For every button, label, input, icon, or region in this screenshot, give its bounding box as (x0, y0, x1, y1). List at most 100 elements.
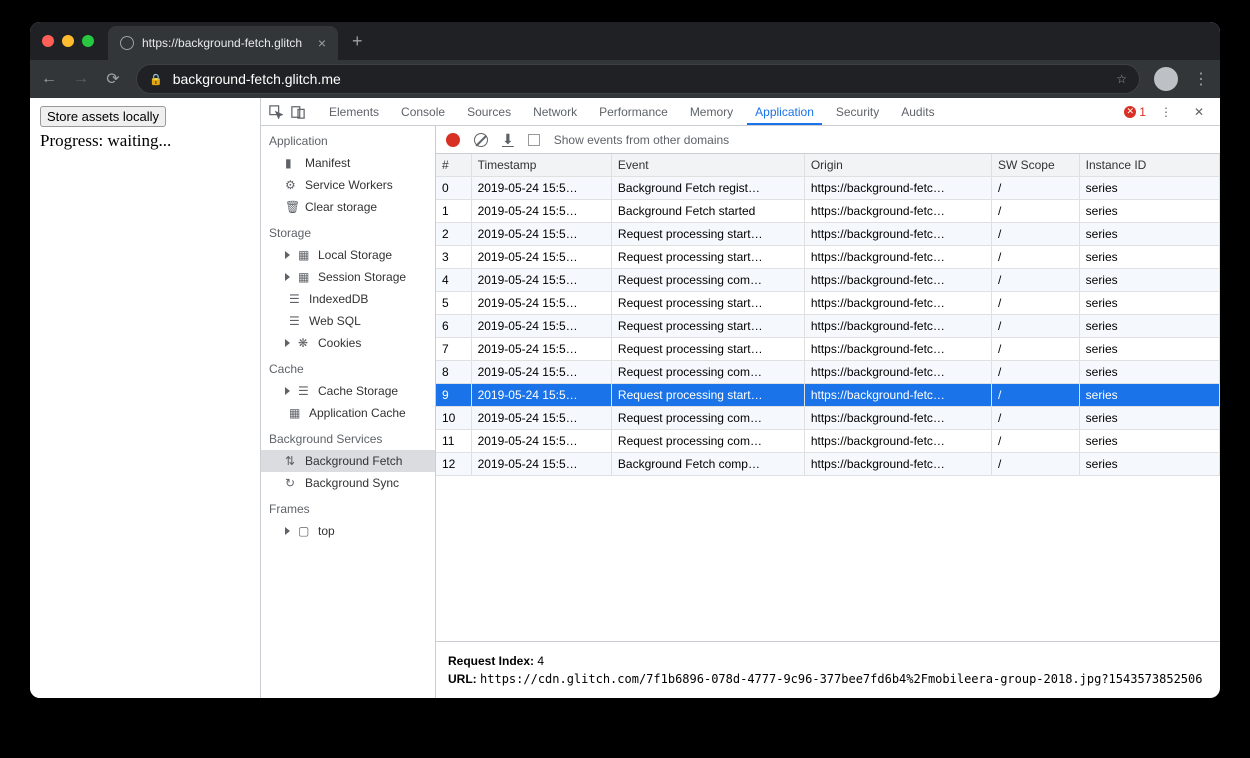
download-button[interactable]: ⬇ (502, 131, 514, 148)
browser-menu-button[interactable]: ⋮ (1192, 69, 1210, 89)
col-event[interactable]: Event (611, 154, 804, 177)
table-row[interactable]: 22019-05-24 15:5…Request processing star… (436, 223, 1220, 246)
sidebar-item-service-workers[interactable]: ⚙Service Workers (261, 174, 435, 196)
cell-sw: / (991, 407, 1079, 430)
table-row[interactable]: 102019-05-24 15:5…Request processing com… (436, 407, 1220, 430)
sidebar-item-cookies[interactable]: ❋Cookies (261, 332, 435, 354)
error-counter[interactable]: ✕1 (1124, 105, 1146, 119)
cell-or: https://background-fetc… (804, 453, 991, 476)
events-table-wrap[interactable]: # Timestamp Event Origin SW Scope Instan… (436, 154, 1220, 641)
tab-network[interactable]: Network (525, 99, 585, 125)
minimize-window-button[interactable] (62, 35, 74, 47)
back-button[interactable]: ← (40, 70, 58, 88)
cell-ts: 2019-05-24 15:5… (471, 292, 611, 315)
new-tab-button[interactable]: + (352, 31, 363, 52)
cell-ev: Background Fetch regist… (611, 177, 804, 200)
table-row[interactable]: 72019-05-24 15:5…Request processing star… (436, 338, 1220, 361)
cell-id: series (1079, 200, 1219, 223)
maximize-window-button[interactable] (82, 35, 94, 47)
sidebar-item-manifest[interactable]: ▮Manifest (261, 152, 435, 174)
expand-icon[interactable] (285, 339, 290, 347)
address-bar[interactable]: 🔒 background-fetch.glitch.me ☆ (136, 64, 1140, 94)
cell-or: https://background-fetc… (804, 177, 991, 200)
table-row[interactable]: 42019-05-24 15:5…Request processing com…… (436, 269, 1220, 292)
cell-ev: Request processing start… (611, 384, 804, 407)
device-toolbar-icon[interactable] (291, 105, 305, 119)
cookie-icon: ❋ (298, 336, 312, 350)
tab-application[interactable]: Application (747, 99, 822, 125)
table-row[interactable]: 82019-05-24 15:5…Request processing com…… (436, 361, 1220, 384)
sidebar-item-websql[interactable]: ☰Web SQL (261, 310, 435, 332)
cell-id: series (1079, 315, 1219, 338)
cell-or: https://background-fetc… (804, 407, 991, 430)
cell-or: https://background-fetc… (804, 315, 991, 338)
expand-icon[interactable] (285, 273, 290, 281)
sidebar-item-background-fetch[interactable]: ⇅Background Fetch (261, 450, 435, 472)
table-row[interactable]: 52019-05-24 15:5…Request processing star… (436, 292, 1220, 315)
col-number[interactable]: # (436, 154, 471, 177)
tab-elements[interactable]: Elements (321, 99, 387, 125)
tab-audits[interactable]: Audits (893, 99, 942, 125)
cell-or: https://background-fetc… (804, 292, 991, 315)
store-assets-button[interactable]: Store assets locally (40, 106, 166, 127)
table-row[interactable]: 12019-05-24 15:5…Background Fetch starte… (436, 200, 1220, 223)
cell-ts: 2019-05-24 15:5… (471, 315, 611, 338)
browser-tab[interactable]: https://background-fetch.glitch × (108, 26, 338, 60)
bookmark-star-icon[interactable]: ☆ (1116, 72, 1127, 86)
sidebar-item-session-storage[interactable]: ▦Session Storage (261, 266, 435, 288)
error-icon: ✕ (1124, 106, 1136, 118)
tab-performance[interactable]: Performance (591, 99, 676, 125)
reload-button[interactable]: ⟳ (104, 69, 122, 89)
devtools-menu-button[interactable]: ⋮ (1152, 99, 1180, 125)
close-window-button[interactable] (42, 35, 54, 47)
cell-ts: 2019-05-24 15:5… (471, 269, 611, 292)
cell-ev: Request processing com… (611, 361, 804, 384)
tab-memory[interactable]: Memory (682, 99, 741, 125)
record-button[interactable] (446, 133, 460, 147)
tab-sources[interactable]: Sources (459, 99, 519, 125)
table-row[interactable]: 62019-05-24 15:5…Request processing star… (436, 315, 1220, 338)
cell-n: 3 (436, 246, 471, 269)
cell-n: 0 (436, 177, 471, 200)
close-tab-button[interactable]: × (318, 35, 326, 51)
sidebar-item-local-storage[interactable]: ▦Local Storage (261, 244, 435, 266)
col-origin[interactable]: Origin (804, 154, 991, 177)
inspect-element-icon[interactable] (269, 105, 283, 119)
sidebar-item-application-cache[interactable]: ▦Application Cache (261, 402, 435, 424)
devtools-close-button[interactable]: ✕ (1186, 99, 1212, 125)
cell-ts: 2019-05-24 15:5… (471, 430, 611, 453)
clear-button[interactable] (474, 133, 488, 147)
sidebar-item-background-sync[interactable]: ↻Background Sync (261, 472, 435, 494)
tab-console[interactable]: Console (393, 99, 453, 125)
expand-icon[interactable] (285, 387, 290, 395)
forward-button[interactable]: → (72, 70, 90, 88)
table-row[interactable]: 92019-05-24 15:5…Request processing star… (436, 384, 1220, 407)
col-sw-scope[interactable]: SW Scope (991, 154, 1079, 177)
sidebar-item-cache-storage[interactable]: ☰Cache Storage (261, 380, 435, 402)
file-icon: ▮ (285, 156, 299, 170)
expand-icon[interactable] (285, 251, 290, 259)
table-row[interactable]: 32019-05-24 15:5…Request processing star… (436, 246, 1220, 269)
cell-ts: 2019-05-24 15:5… (471, 223, 611, 246)
sidebar-item-indexeddb[interactable]: ☰IndexedDB (261, 288, 435, 310)
url-text: background-fetch.glitch.me (173, 71, 341, 87)
devtools-tabs: Elements Console Sources Network Perform… (261, 98, 1220, 126)
show-other-domains-checkbox[interactable] (528, 134, 540, 146)
tab-security[interactable]: Security (828, 99, 887, 125)
col-instance-id[interactable]: Instance ID (1079, 154, 1219, 177)
cell-sw: / (991, 430, 1079, 453)
profile-avatar[interactable] (1154, 67, 1178, 91)
cell-n: 12 (436, 453, 471, 476)
sidebar-item-top-frame[interactable]: ▢top (261, 520, 435, 542)
table-row[interactable]: 122019-05-24 15:5…Background Fetch comp…… (436, 453, 1220, 476)
swap-icon: ⇅ (285, 454, 299, 468)
table-row[interactable]: 112019-05-24 15:5…Request processing com… (436, 430, 1220, 453)
progress-text: Progress: waiting... (40, 131, 250, 151)
globe-icon (120, 36, 134, 50)
grid-icon: ▦ (289, 406, 303, 420)
expand-icon[interactable] (285, 527, 290, 535)
cell-id: series (1079, 177, 1219, 200)
table-row[interactable]: 02019-05-24 15:5…Background Fetch regist… (436, 177, 1220, 200)
sidebar-item-clear-storage[interactable]: 🗑Clear storage (261, 196, 435, 218)
col-timestamp[interactable]: Timestamp (471, 154, 611, 177)
